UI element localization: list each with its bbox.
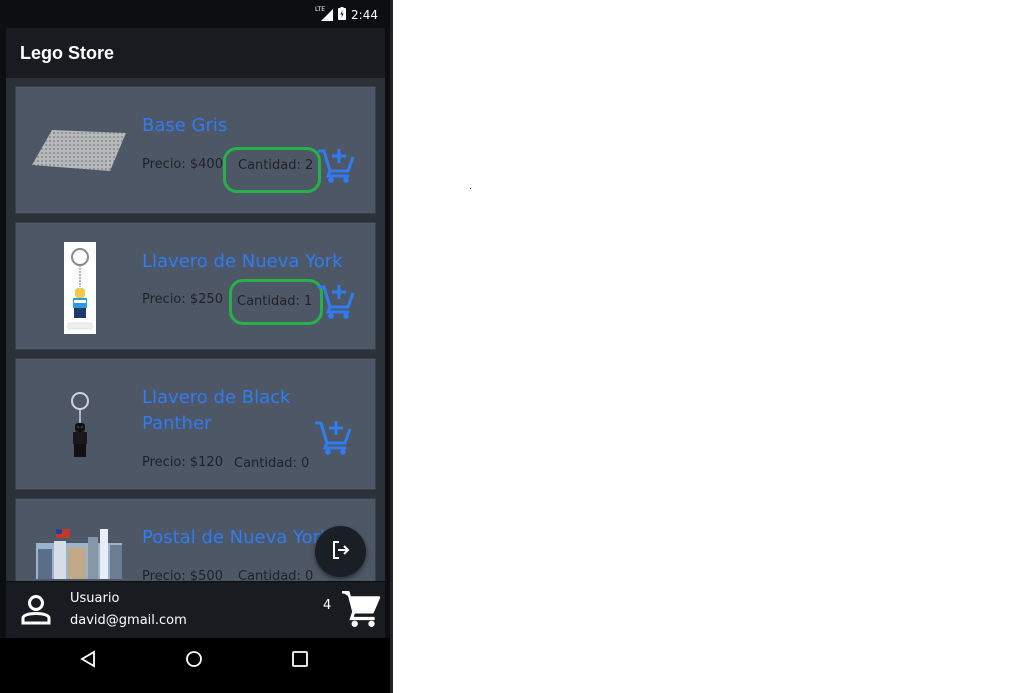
clock: 2:44 [351, 8, 378, 22]
product-quantity: Cantidad: 0 [234, 456, 310, 471]
app-bar: Lego Store [6, 28, 385, 78]
recents-icon[interactable] [291, 650, 309, 672]
product-card[interactable]: Base Gris Precio: $400 Cantidad: 2 [15, 86, 376, 214]
back-icon[interactable] [79, 650, 97, 672]
cart-icon[interactable] [340, 587, 382, 633]
battery-icon [338, 7, 347, 23]
product-card[interactable]: Llavero de Nueva York Precio: $250 Canti… [15, 222, 376, 350]
add-to-cart-icon[interactable] [316, 281, 356, 325]
device-edge [390, 0, 393, 693]
add-to-cart-icon[interactable] [313, 417, 353, 461]
system-nav-bar [0, 638, 390, 693]
user-email: david@gmail.com [70, 613, 187, 628]
product-name[interactable]: Llavero de Nueva York [142, 249, 352, 275]
product-quantity: Cantidad: 2 [238, 158, 314, 173]
cart-count: 4 [323, 598, 332, 613]
product-image [36, 527, 122, 579]
logout-icon [331, 540, 351, 564]
user-label: Usuario [70, 591, 120, 606]
phone-screen: LTE 2:44 Lego Store Base Gris Precio: $4… [0, 0, 393, 693]
product-name[interactable]: Llavero de Black Panther [142, 385, 312, 437]
product-list[interactable]: Base Gris Precio: $400 Cantidad: 2 Llave… [6, 78, 385, 581]
stray-dot [470, 188, 471, 189]
product-price: Precio: $400 [142, 157, 223, 172]
add-to-cart-icon[interactable] [316, 145, 356, 189]
home-icon[interactable] [185, 650, 203, 672]
product-quantity: Cantidad: 0 [238, 569, 314, 581]
lte-signal-icon: LTE [315, 6, 334, 21]
user-bar: Usuario david@gmail.com 4 [6, 582, 385, 638]
product-image [64, 242, 96, 334]
logout-button[interactable] [315, 526, 366, 577]
product-card[interactable]: Llavero de Black Panther Precio: $120 Ca… [15, 358, 376, 490]
product-name[interactable]: Base Gris [142, 113, 332, 139]
product-price: Precio: $500 [142, 569, 223, 581]
status-bar: LTE 2:44 [0, 0, 390, 28]
product-image [68, 389, 92, 461]
product-price: Precio: $120 [142, 455, 223, 470]
product-quantity: Cantidad: 1 [237, 294, 313, 309]
product-image [32, 127, 126, 173]
product-price: Precio: $250 [142, 292, 223, 307]
app-title: Lego Store [20, 43, 115, 63]
person-icon [20, 593, 52, 629]
